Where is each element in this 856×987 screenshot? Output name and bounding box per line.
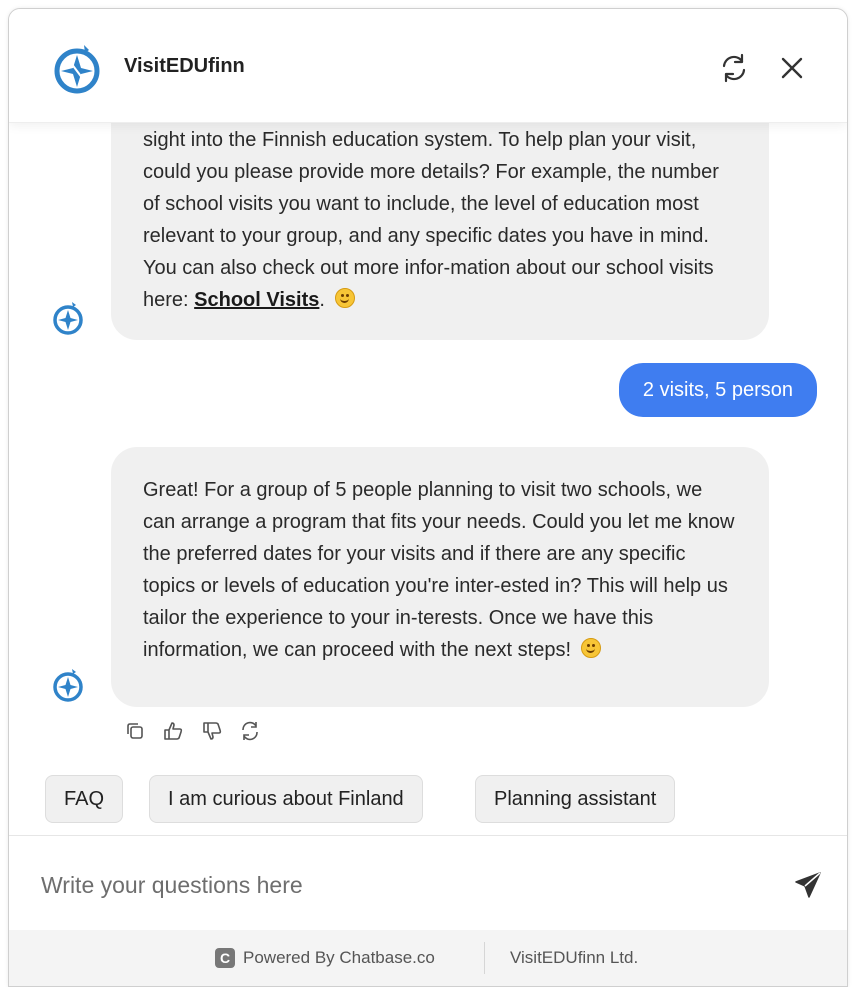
copy-icon[interactable] xyxy=(123,719,147,743)
message-actions xyxy=(123,719,272,745)
bot-message-text: sight into the Finnish education system.… xyxy=(143,124,735,316)
thumbs-down-icon[interactable] xyxy=(200,719,224,743)
bot-avatar-icon xyxy=(53,302,83,335)
user-message-bubble: 2 visits, 5 person xyxy=(618,363,817,417)
bot-message-text: Great! For a group of 5 people planning … xyxy=(143,474,735,666)
school-visits-link[interactable]: School Visits xyxy=(194,289,319,311)
visitedufinn-logo-icon xyxy=(54,45,100,94)
thumbs-up-icon[interactable] xyxy=(161,719,185,743)
send-icon[interactable] xyxy=(793,870,823,900)
message-composer xyxy=(9,835,847,931)
powered-by-link[interactable]: C Powered By Chatbase.co xyxy=(215,948,435,968)
chat-widget: VisitEDUfinn sight into the Finnish educ… xyxy=(8,8,848,987)
chat-footer: C Powered By Chatbase.co VisitEDUfinn Lt… xyxy=(9,930,847,986)
suggestion-chip-faq[interactable]: FAQ xyxy=(45,775,124,823)
suggestion-chip-planning-assistant[interactable]: Planning assistant xyxy=(475,775,676,823)
bot-message-bubble: sight into the Finnish education system.… xyxy=(111,122,769,340)
smile-emoji-icon xyxy=(334,288,355,308)
message-list[interactable]: sight into the Finnish education system.… xyxy=(9,122,847,835)
close-icon[interactable] xyxy=(775,51,809,85)
bot-message-bubble: Great! For a group of 5 people planning … xyxy=(111,447,769,707)
chatbase-logo-icon: C xyxy=(215,948,235,968)
regenerate-icon[interactable] xyxy=(238,719,262,743)
smile-emoji-icon xyxy=(580,638,601,658)
powered-by-label: Powered By Chatbase.co xyxy=(243,948,435,967)
bot-message-suffix: . xyxy=(319,289,325,311)
suggestion-chip-curious-finland[interactable]: I am curious about Finland xyxy=(149,775,423,823)
bot-message-body: Great! For a group of 5 people planning … xyxy=(143,479,735,661)
message-input[interactable] xyxy=(39,861,763,909)
chat-header: VisitEDUfinn xyxy=(9,9,847,123)
bot-avatar-icon xyxy=(53,669,83,702)
bot-message-body: sight into the Finnish education system.… xyxy=(143,129,719,311)
refresh-icon[interactable] xyxy=(717,51,751,85)
company-label[interactable]: VisitEDUfinn Ltd. xyxy=(510,948,638,968)
chat-title: VisitEDUfinn xyxy=(124,55,245,77)
footer-divider xyxy=(484,942,485,974)
